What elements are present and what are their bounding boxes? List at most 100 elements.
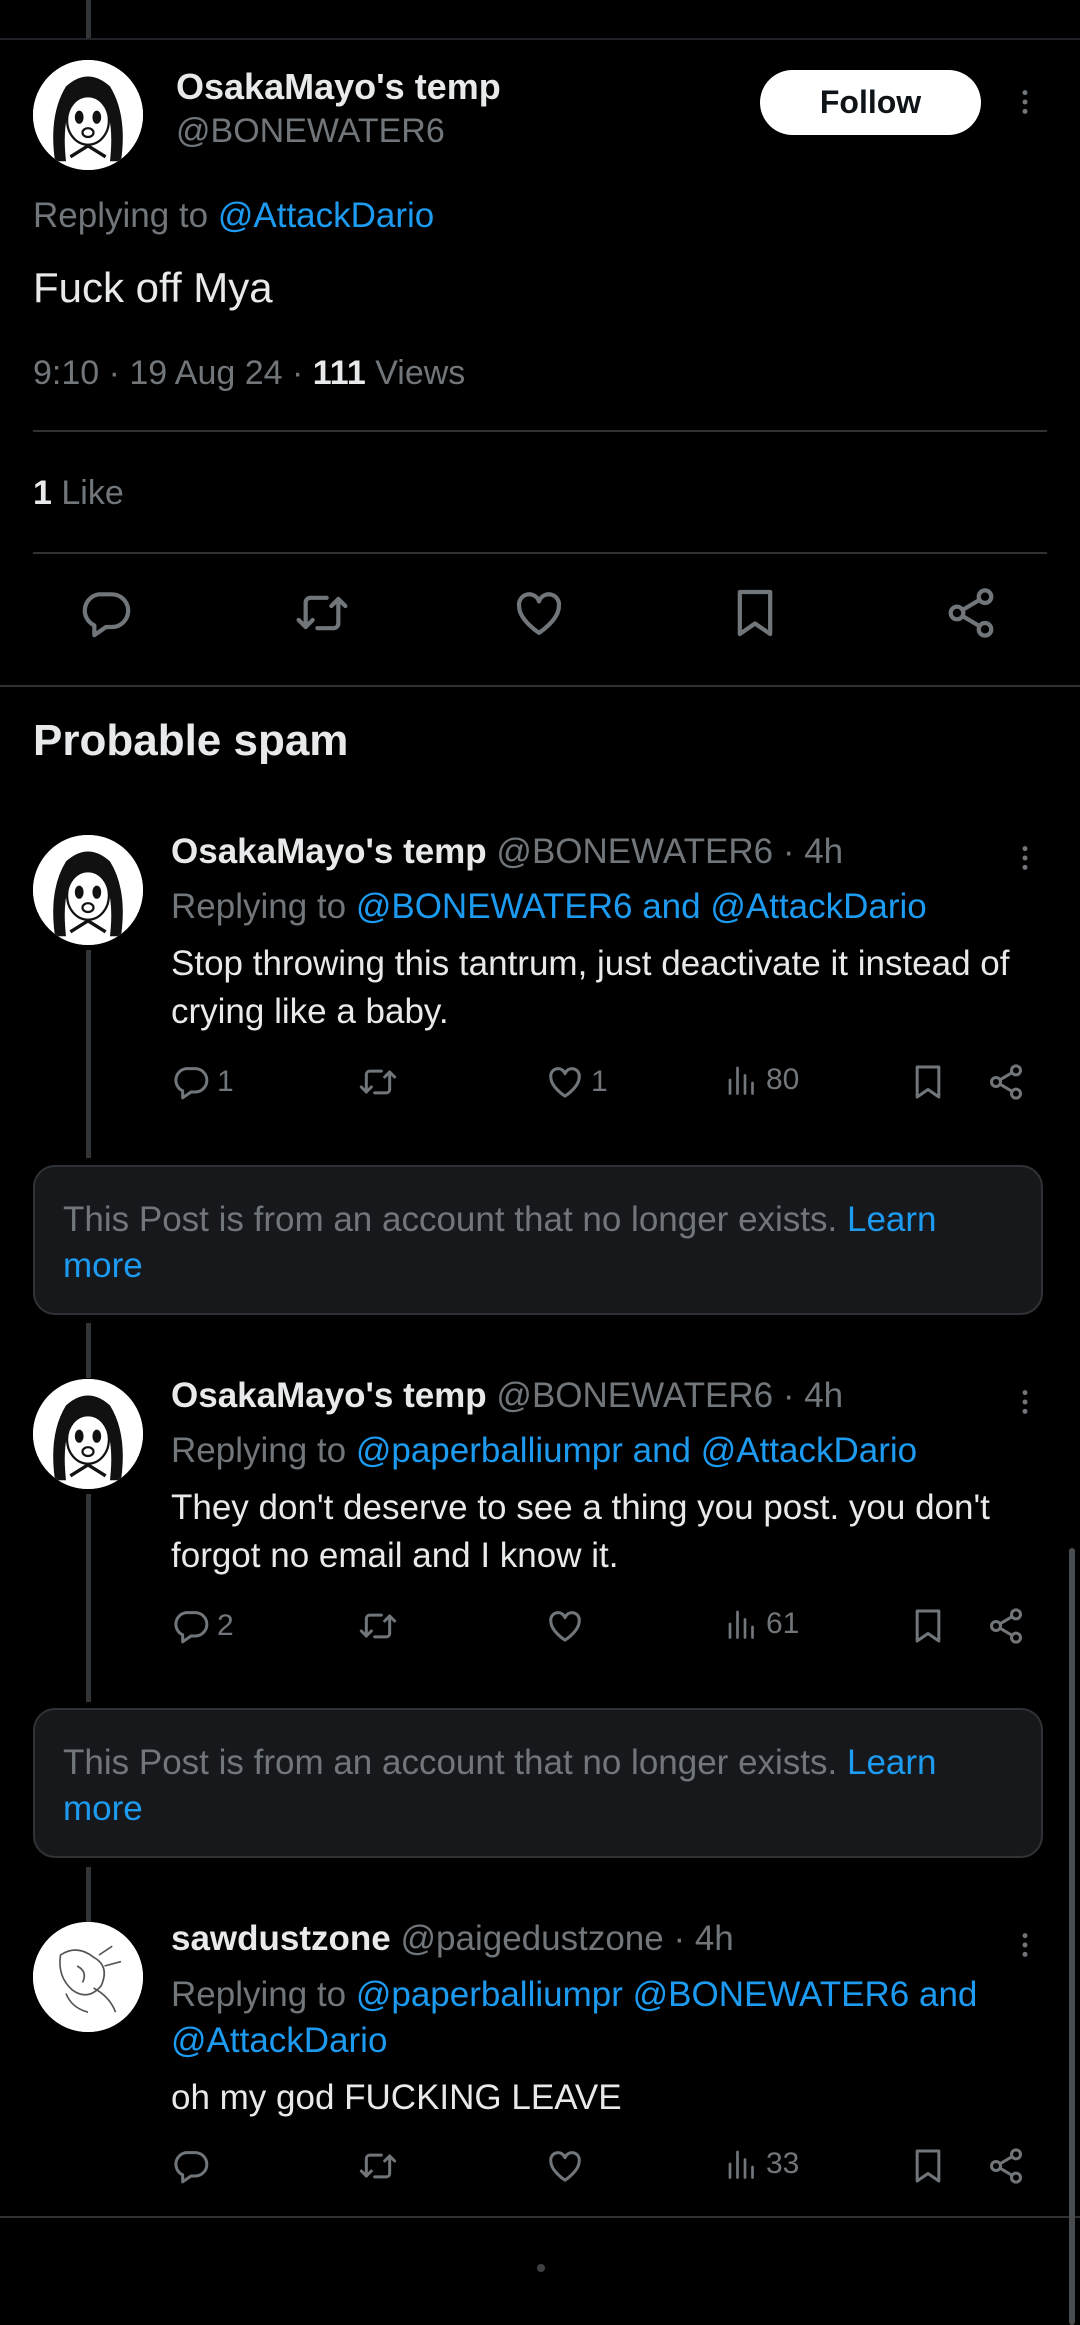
retweet-icon [358, 1062, 398, 1102]
replying-prefix: Replying to [33, 196, 209, 235]
reply-button[interactable] [171, 2146, 217, 2186]
like-button[interactable]: 1 [545, 1062, 608, 1102]
bookmark-icon[interactable] [727, 585, 783, 641]
notice-text: This Post is from an account that no lon… [63, 1743, 847, 1782]
more-options-icon[interactable] [1010, 82, 1040, 122]
replying-to-link[interactable]: @BONEWATER6 and @AttackDario [356, 887, 927, 926]
avatar[interactable] [33, 60, 143, 170]
views-icon [724, 1062, 760, 1098]
like-button[interactable] [545, 2146, 591, 2186]
retweet-button[interactable] [358, 2146, 398, 2186]
bookmark-icon[interactable] [908, 1606, 948, 1646]
scrollbar[interactable] [1069, 1548, 1075, 2325]
main-post-handle[interactable]: @BONEWATER6 [176, 112, 445, 151]
deleted-account-notice: This Post is from an account that no lon… [33, 1708, 1043, 1858]
reply-icon[interactable] [78, 585, 134, 641]
main-post-replying: Replying to @AttackDario [33, 196, 434, 236]
thread-line [86, 1494, 91, 1702]
reply-icon [171, 1062, 211, 1102]
post-timestamp[interactable]: 9:10 · 19 Aug 24 · [33, 354, 313, 392]
like-icon [545, 1606, 585, 1646]
follow-button[interactable]: Follow [760, 70, 981, 135]
reply-display-name[interactable]: OsakaMayo's temp [171, 1376, 487, 1415]
reply-text: They don't deserve to see a thing you po… [171, 1488, 990, 1575]
replying-prefix: Replying to [171, 887, 356, 926]
retweet-button[interactable] [358, 1606, 398, 1646]
thread-line [86, 950, 91, 1158]
reply-button[interactable]: 2 [171, 1606, 234, 1646]
retweet-icon [358, 2146, 398, 2186]
more-options-icon[interactable] [1010, 1925, 1040, 1965]
reply-replying: Replying to @paperballiumpr @BONEWATER6 … [171, 1972, 1021, 2064]
thread-line [86, 1867, 91, 1922]
reply-replying: Replying to @BONEWATER6 and @AttackDario [171, 884, 1021, 930]
replying-prefix: Replying to [171, 1431, 356, 1470]
reply-icon [171, 2146, 211, 2186]
share-icon[interactable] [986, 1062, 1026, 1102]
reply-display-name[interactable]: sawdustzone [171, 1919, 391, 1958]
likes-label: Like [51, 474, 124, 512]
notice-text: This Post is from an account that no lon… [63, 1200, 847, 1239]
divider [33, 552, 1047, 554]
views-button[interactable]: 61 [724, 1606, 799, 1642]
reply-header: OsakaMayo's temp @BONEWATER6 · 4h [171, 1376, 843, 1416]
views-count: 80 [766, 1063, 800, 1096]
replying-to-link[interactable]: @paperballiumpr and @AttackDario [356, 1431, 917, 1470]
divider [0, 685, 1080, 687]
reply-count: 2 [217, 1609, 234, 1642]
like-count: 1 [591, 1065, 608, 1098]
share-icon[interactable] [943, 585, 999, 641]
reply-text: Stop throwing this tantrum, just deactiv… [171, 944, 1010, 1031]
reply-replying: Replying to @paperballiumpr and @AttackD… [171, 1428, 1021, 1474]
reply-icon [171, 1606, 211, 1646]
likes-count: 1 [33, 474, 52, 512]
reply-handle[interactable]: @BONEWATER6 · 4h [496, 832, 843, 871]
like-icon [545, 2146, 585, 2186]
retweet-icon [358, 1606, 398, 1646]
more-options-icon[interactable] [1010, 838, 1040, 878]
main-post-meta: 9:10 · 19 Aug 24 · 111 Views [33, 354, 465, 393]
deleted-account-notice: This Post is from an account that no lon… [33, 1165, 1043, 1315]
reply-button[interactable]: 1 [171, 1062, 234, 1102]
reply-text: oh my god FUCKING LEAVE [171, 2078, 622, 2117]
avatar[interactable] [33, 1379, 143, 1489]
loading-dot [537, 2264, 545, 2272]
views-count: 111 [312, 354, 366, 392]
views-button[interactable]: 80 [724, 1062, 799, 1098]
views-count: 33 [766, 2147, 800, 2180]
section-title: Probable spam [33, 716, 349, 765]
main-post-display-name[interactable]: OsakaMayo's temp [176, 66, 501, 108]
reply-handle[interactable]: @BONEWATER6 · 4h [496, 1376, 843, 1415]
avatar[interactable] [33, 1922, 143, 2032]
like-button[interactable] [545, 1606, 591, 1646]
views-label: Views [365, 354, 466, 392]
bookmark-icon[interactable] [908, 2146, 948, 2186]
divider [0, 2216, 1080, 2218]
bookmark-icon[interactable] [908, 1062, 948, 1102]
divider-top [0, 38, 1080, 40]
like-icon [545, 1062, 585, 1102]
views-icon [724, 1606, 760, 1642]
likes-summary[interactable]: 1 Like [33, 474, 124, 513]
reply-handle[interactable]: @paigedustzone · 4h [401, 1919, 734, 1958]
avatar[interactable] [33, 835, 143, 945]
reply-header: sawdustzone @paigedustzone · 4h [171, 1919, 734, 1959]
reply-display-name[interactable]: OsakaMayo's temp [171, 832, 487, 871]
views-button[interactable]: 33 [724, 2146, 799, 2182]
replying-to-link[interactable]: @AttackDario [218, 196, 434, 235]
thread-line [86, 1323, 91, 1378]
share-icon[interactable] [986, 2146, 1026, 2186]
replying-prefix: Replying to [171, 1975, 356, 2014]
like-icon[interactable] [511, 585, 567, 641]
reply-header: OsakaMayo's temp @BONEWATER6 · 4h [171, 832, 843, 872]
divider [33, 430, 1047, 432]
retweet-button[interactable] [358, 1062, 398, 1102]
views-count: 61 [766, 1607, 800, 1640]
reply-count: 1 [217, 1065, 234, 1098]
retweet-icon[interactable] [294, 585, 350, 641]
thread-line-top [86, 0, 91, 38]
views-icon [724, 2146, 760, 2182]
main-post-text: Fuck off Mya [33, 264, 273, 311]
more-options-icon[interactable] [1010, 1382, 1040, 1422]
share-icon[interactable] [986, 1606, 1026, 1646]
